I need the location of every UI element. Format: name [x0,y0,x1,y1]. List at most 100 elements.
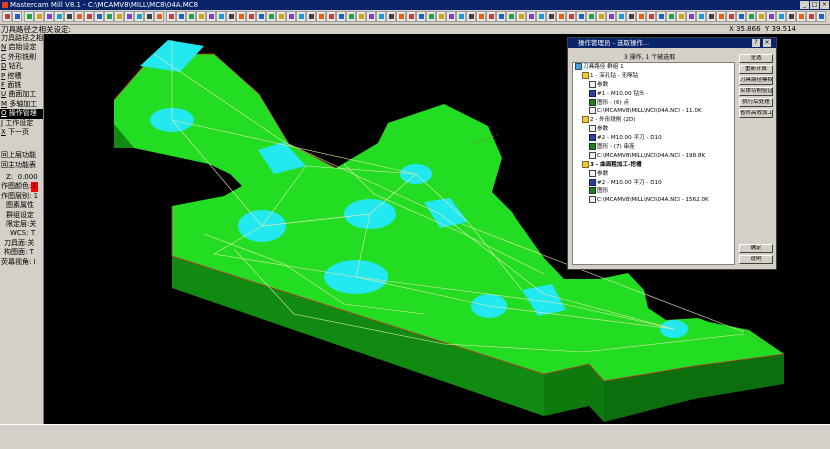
tree-item[interactable]: C:\MCAMV8\MILL\NCI\04A.NCI - 11.0K [573,107,734,116]
line-icon[interactable] [236,11,246,22]
cube-icon[interactable] [806,11,816,22]
menu-item-pocket[interactable]: P 挖槽 [0,72,43,81]
menu-gview[interactable]: 荧幕视角: I [0,258,43,267]
fillet-icon[interactable] [536,11,546,22]
cube-icon[interactable] [114,11,124,22]
cube-icon[interactable] [796,11,806,22]
chamfer-icon[interactable] [546,11,556,22]
minimize-button[interactable]: _ [800,1,809,9]
solid-icon[interactable] [436,11,446,22]
tree-item[interactable]: 图形 - (7) 串连 [573,143,734,152]
hatch-icon[interactable] [506,11,516,22]
view-side-icon[interactable] [756,11,766,22]
menu-item-drill[interactable]: D 钻孔 [0,62,43,71]
shade-icon[interactable] [154,11,164,22]
tree-item[interactable]: #1 - M10.00 钻头 - [573,89,734,99]
dimension-icon[interactable] [486,11,496,22]
surface-icon[interactable] [426,11,436,22]
menu-attributes[interactable]: 图素属性 [0,201,43,210]
menu-level[interactable]: 作图层别: 1 [0,192,43,201]
help-icon[interactable] [666,11,676,22]
contour-icon[interactable] [576,11,586,22]
settings-icon[interactable] [596,11,606,22]
menu-item-multiaxis[interactable]: M 多轴加工 [0,100,43,109]
menu-tplane[interactable]: 刀具面:关 [0,239,43,248]
sigma-icon[interactable] [226,11,236,22]
tree-item[interactable]: 参数 [573,80,734,90]
tree-icon[interactable] [656,11,666,22]
line-icon[interactable] [216,11,226,22]
view-iso-icon[interactable] [104,11,114,22]
cube-icon[interactable] [124,11,134,22]
menu-color[interactable]: 作图颜色:1 [0,182,43,192]
repaint-icon[interactable] [64,11,74,22]
layer-icon[interactable] [446,11,456,22]
undo-icon[interactable] [186,11,196,22]
help-icon[interactable] [2,11,12,22]
view-side-icon[interactable] [94,11,104,22]
operation-tree[interactable]: 刀具路径 群组 1 1 - 深孔钻 - 无啄钻 参数 #1 - M10.00 钻头 -… [572,62,735,265]
redo-icon[interactable] [196,11,206,22]
point-icon[interactable] [516,11,526,22]
menu-item-job-setup[interactable]: J 工作设定 [0,119,43,128]
menu-item-surface[interactable]: U 曲面加工 [0,90,43,99]
dialog-help-button[interactable]: 说明 [739,255,773,264]
fit-icon[interactable] [716,11,726,22]
maximize-button[interactable]: □ [810,1,819,9]
zoom-icon[interactable] [24,11,34,22]
tree-item[interactable]: 1 - 深孔钻 - 无啄钻 [573,71,734,81]
cube-icon[interactable] [776,11,786,22]
exit-icon[interactable] [646,11,656,22]
open-icon[interactable] [626,11,636,22]
view-front-icon[interactable] [84,11,94,22]
view-iso-icon[interactable] [766,11,776,22]
spline-icon[interactable] [526,11,536,22]
tree-item[interactable]: 3 - 曲面粗加工-挖槽 [573,160,734,170]
cube-icon[interactable] [786,11,796,22]
menu-main[interactable]: 回主功能表 [0,161,43,170]
dialog-help-icon[interactable]: ? [752,39,760,47]
cube-icon[interactable] [134,11,144,22]
rect-icon[interactable] [266,11,276,22]
menu-item-next-page[interactable]: X 下一页 [0,128,43,137]
menu-item-contour[interactable]: C 外形铣削 [0,53,43,62]
tree-item[interactable]: C:\MCAMV8\MILL\NCI\04A.NCI - 198.8K [573,151,734,161]
new-icon[interactable] [636,11,646,22]
menu-mask[interactable]: 限定层:关 [0,220,43,229]
curve-icon[interactable] [246,11,256,22]
arrow-icon[interactable] [676,11,686,22]
menu-groups[interactable]: 群组设定 [0,211,43,220]
shade-icon[interactable] [816,11,826,22]
menu-item-operations-manager[interactable]: O 操作管理 [0,109,43,119]
chain-icon[interactable] [286,11,296,22]
drill-icon[interactable] [556,11,566,22]
rotate-icon[interactable] [386,11,396,22]
snap-icon[interactable] [466,11,476,22]
trim-icon[interactable] [336,11,346,22]
tree-item[interactable]: 图形 - (6) 点 [573,98,734,108]
measure-icon[interactable] [476,11,486,22]
tree-item[interactable]: #2 - M10.00 平刀 - D10 [573,178,734,188]
face-icon[interactable] [586,11,596,22]
zoom-window-icon[interactable] [34,11,44,22]
menu-item-start-setup[interactable]: N 启始设定 [0,43,43,52]
circle-icon[interactable] [206,11,216,22]
tree-item[interactable]: 参数 [573,169,734,179]
menu-wcs[interactable]: WCS: T [0,229,43,238]
tree-item[interactable]: 图形 [573,187,734,196]
post-button[interactable]: 执行后处理 [739,98,773,107]
break-icon[interactable] [346,11,356,22]
delete-icon[interactable] [416,11,426,22]
tree-item[interactable]: 2 - 外形铣削 (2D) [573,116,734,125]
scale-icon[interactable] [396,11,406,22]
regenerate-button[interactable]: 重新计算 [739,65,773,74]
tree-item[interactable]: C:\MCAMV8\MILL\NCI\04A.NCI - 1562.0K [573,196,734,205]
mirror-icon[interactable] [376,11,386,22]
join-icon[interactable] [356,11,366,22]
fit-icon[interactable] [54,11,64,22]
backplot-button[interactable]: 刀具路径模拟 [739,76,773,85]
zoom-window-icon[interactable] [696,11,706,22]
save-icon[interactable] [616,11,626,22]
color-icon[interactable] [176,11,186,22]
arrow-icon[interactable] [12,11,22,22]
